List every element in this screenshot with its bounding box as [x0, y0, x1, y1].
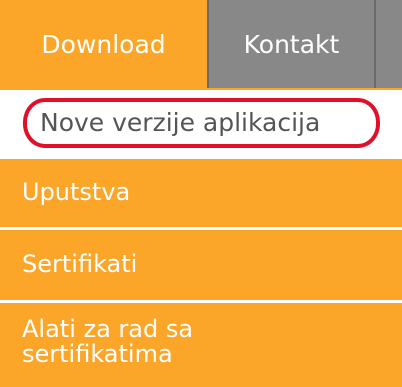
tab-kontakt[interactable]: Kontakt	[207, 0, 376, 88]
submenu-item-alati-za-rad-sa-sertifikatima[interactable]: Alati za rad sa sertifikatima	[0, 303, 402, 387]
submenu-item-nove-verzije-aplikacija[interactable]: Nove verzije aplikacija	[0, 88, 402, 156]
download-menu-screen: Download Kontakt Nove verzije aplikacija…	[0, 0, 402, 387]
submenu-item-uputstva[interactable]: Uputstva	[0, 159, 402, 227]
tab-download[interactable]: Download	[0, 0, 207, 88]
tab-overflow[interactable]	[376, 0, 402, 88]
submenu-item-label: Nove verzije aplikacija	[40, 107, 321, 137]
submenu-item-label: Alati za rad sa sertifikatima	[22, 315, 194, 369]
submenu-item-label: Sertifikati	[22, 250, 138, 279]
submenu-item-sertifikati[interactable]: Sertifikati	[0, 230, 402, 300]
top-navigation: Download Kontakt	[0, 0, 402, 88]
submenu-item-label: Uputstva	[22, 178, 131, 207]
